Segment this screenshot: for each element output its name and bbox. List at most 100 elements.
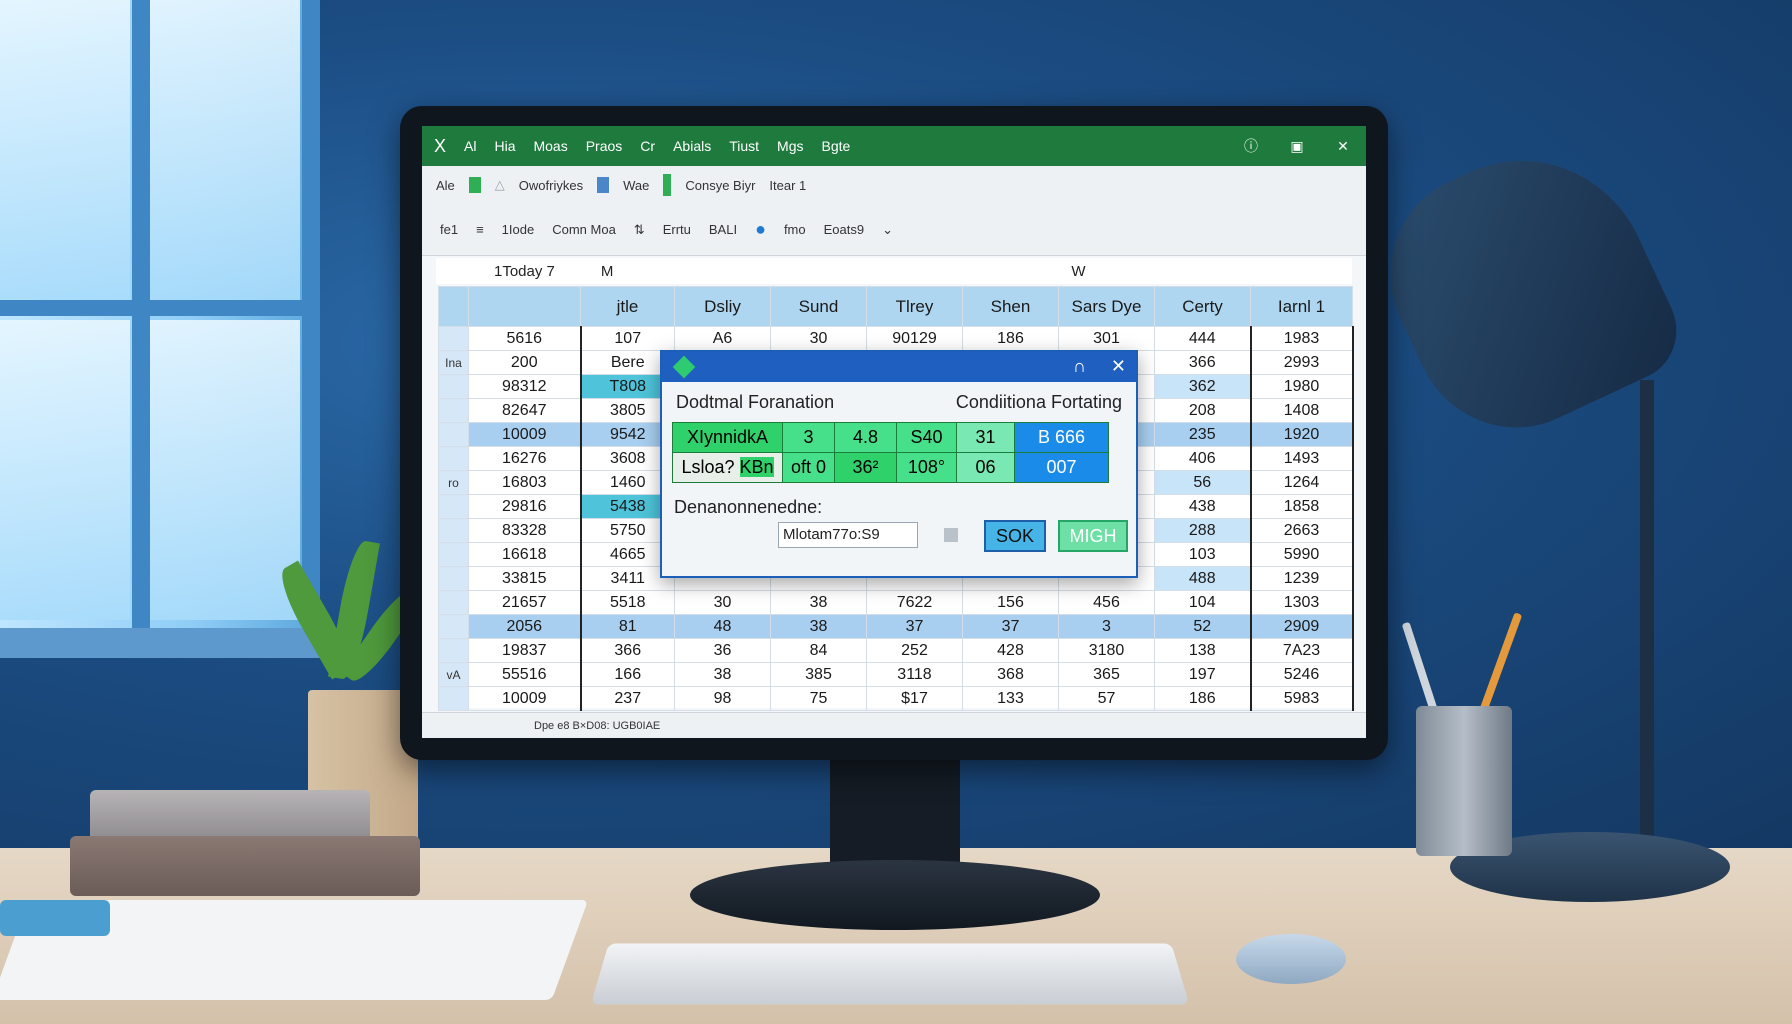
table-cell[interactable]: 368 [963,663,1059,687]
table-cell[interactable]: 82647 [469,399,581,423]
close-icon[interactable]: X [434,136,446,157]
table-cell[interactable]: 1493 [1251,447,1353,471]
ribbon-tool[interactable]: Eoats9 [824,222,864,237]
table-cell[interactable]: 56 [1155,471,1251,495]
table-cell[interactable]: 252 [867,639,963,663]
row-label[interactable] [439,399,469,423]
row-label[interactable] [439,423,469,447]
row-label[interactable] [439,567,469,591]
menu-tab[interactable]: Hia [494,138,515,154]
table-cell[interactable]: 1303 [1251,591,1353,615]
table-cell[interactable]: 7A23 [1251,639,1353,663]
formula-bar[interactable]: 1Today 7 M W [436,258,1352,284]
table-cell[interactable]: 30 [675,591,771,615]
ribbon-item[interactable]: Consye Biyr [685,178,755,193]
table-cell[interactable]: 83328 [469,519,581,543]
menu-tab[interactable]: Bgte [822,138,851,154]
table-cell[interactable]: 488 [1155,567,1251,591]
table-cell[interactable]: 301 [1059,327,1155,351]
table-cell[interactable]: 30 [771,327,867,351]
ribbon-tool[interactable]: BALI [709,222,737,237]
table-cell[interactable]: 3118 [867,663,963,687]
table-cell[interactable]: 38 [771,591,867,615]
column-header[interactable]: Shen [963,287,1059,327]
table-cell[interactable]: 1980 [1251,375,1353,399]
table-cell[interactable]: 52 [1155,615,1251,639]
column-header[interactable]: Sund [771,287,867,327]
row-label[interactable] [439,519,469,543]
table-cell[interactable]: 133 [963,687,1059,711]
minimize-icon[interactable]: ∩ [1073,356,1086,376]
menu-tab[interactable]: Praos [586,138,623,154]
ok-button[interactable]: SOK [984,520,1046,552]
align-icon[interactable]: ≡ [476,222,484,237]
table-cell[interactable]: 3 [1059,615,1155,639]
checkbox[interactable] [944,528,958,542]
table-cell[interactable]: 186 [963,327,1059,351]
menu-tab[interactable]: Moas [533,138,567,154]
table-cell[interactable]: 362 [1155,375,1251,399]
format-cell[interactable]: B 666 [1015,423,1109,453]
corner-cell[interactable] [439,287,469,327]
table-cell[interactable]: 385 [771,663,867,687]
column-header[interactable]: Iarnl 1 [1251,287,1353,327]
format-cell[interactable]: 108° [897,453,957,483]
table-cell[interactable]: 38 [675,663,771,687]
window-close-icon[interactable]: ✕ [1320,138,1366,155]
ribbon-tool[interactable]: fmo [784,222,806,237]
table-cell[interactable]: 456 [1059,591,1155,615]
row-label[interactable] [439,447,469,471]
table-cell[interactable]: 138 [1155,639,1251,663]
table-cell[interactable]: 37 [867,615,963,639]
format-cell[interactable]: 3 [783,423,835,453]
table-cell[interactable]: 166 [581,663,675,687]
row-label[interactable] [439,615,469,639]
column-header[interactable]: Certy [1155,287,1251,327]
row-label[interactable] [439,687,469,711]
ribbon-tool[interactable]: Errtu [663,222,691,237]
row-label[interactable] [439,639,469,663]
menu-tab[interactable]: Mgs [777,138,803,154]
ribbon-item[interactable]: Wae [623,178,649,193]
row-label[interactable] [439,495,469,519]
table-cell[interactable]: 36 [675,639,771,663]
table-cell[interactable]: 75 [771,687,867,711]
row-label[interactable] [439,327,469,351]
table-cell[interactable]: 98 [675,687,771,711]
blue-square-icon[interactable] [597,177,609,193]
table-cell[interactable]: 10009 [469,423,581,447]
table-cell[interactable]: 365 [1059,663,1155,687]
table-cell[interactable]: 37 [963,615,1059,639]
sort-icon[interactable]: ⇅ [634,222,645,238]
table-cell[interactable]: 156 [963,591,1059,615]
table-cell[interactable]: 186 [1155,687,1251,711]
ribbon-item[interactable]: Owofriykes [519,178,583,193]
cell-reference[interactable]: 1Today 7 [494,263,555,280]
chevron-down-icon[interactable]: ⌄ [882,222,893,238]
table-cell[interactable]: 107 [581,327,675,351]
table-cell[interactable]: 5990 [1251,543,1353,567]
table-cell[interactable]: 16803 [469,471,581,495]
table-cell[interactable]: 5616 [469,327,581,351]
table-cell[interactable]: 7622 [867,591,963,615]
table-cell[interactable]: 3180 [1059,639,1155,663]
format-cell[interactable]: 31 [957,423,1015,453]
table-cell[interactable]: 406 [1155,447,1251,471]
table-cell[interactable]: 33815 [469,567,581,591]
table-cell[interactable]: $17 [867,687,963,711]
ribbon-tool[interactable]: fe1 [440,222,458,237]
column-header[interactable]: Sars Dye [1059,287,1155,327]
migh-button[interactable]: MIGH [1058,520,1128,552]
table-cell[interactable]: 1858 [1251,495,1353,519]
format-cell[interactable]: Lsloa? KBn [673,453,783,483]
format-cell[interactable]: 4.8 [835,423,897,453]
table-cell[interactable]: 29816 [469,495,581,519]
format-cell[interactable]: 36² [835,453,897,483]
table-cell[interactable]: 1264 [1251,471,1353,495]
format-preview-table[interactable]: XIynnidkA 3 4.8 S40 31 B 666 Lsloa? KBn … [672,422,1109,483]
table-cell[interactable]: 5518 [581,591,675,615]
green-bar-icon[interactable] [663,174,671,196]
restore-icon[interactable]: ▣ [1274,138,1320,155]
format-cell[interactable]: oft 0 [783,453,835,483]
table-cell[interactable]: 235 [1155,423,1251,447]
